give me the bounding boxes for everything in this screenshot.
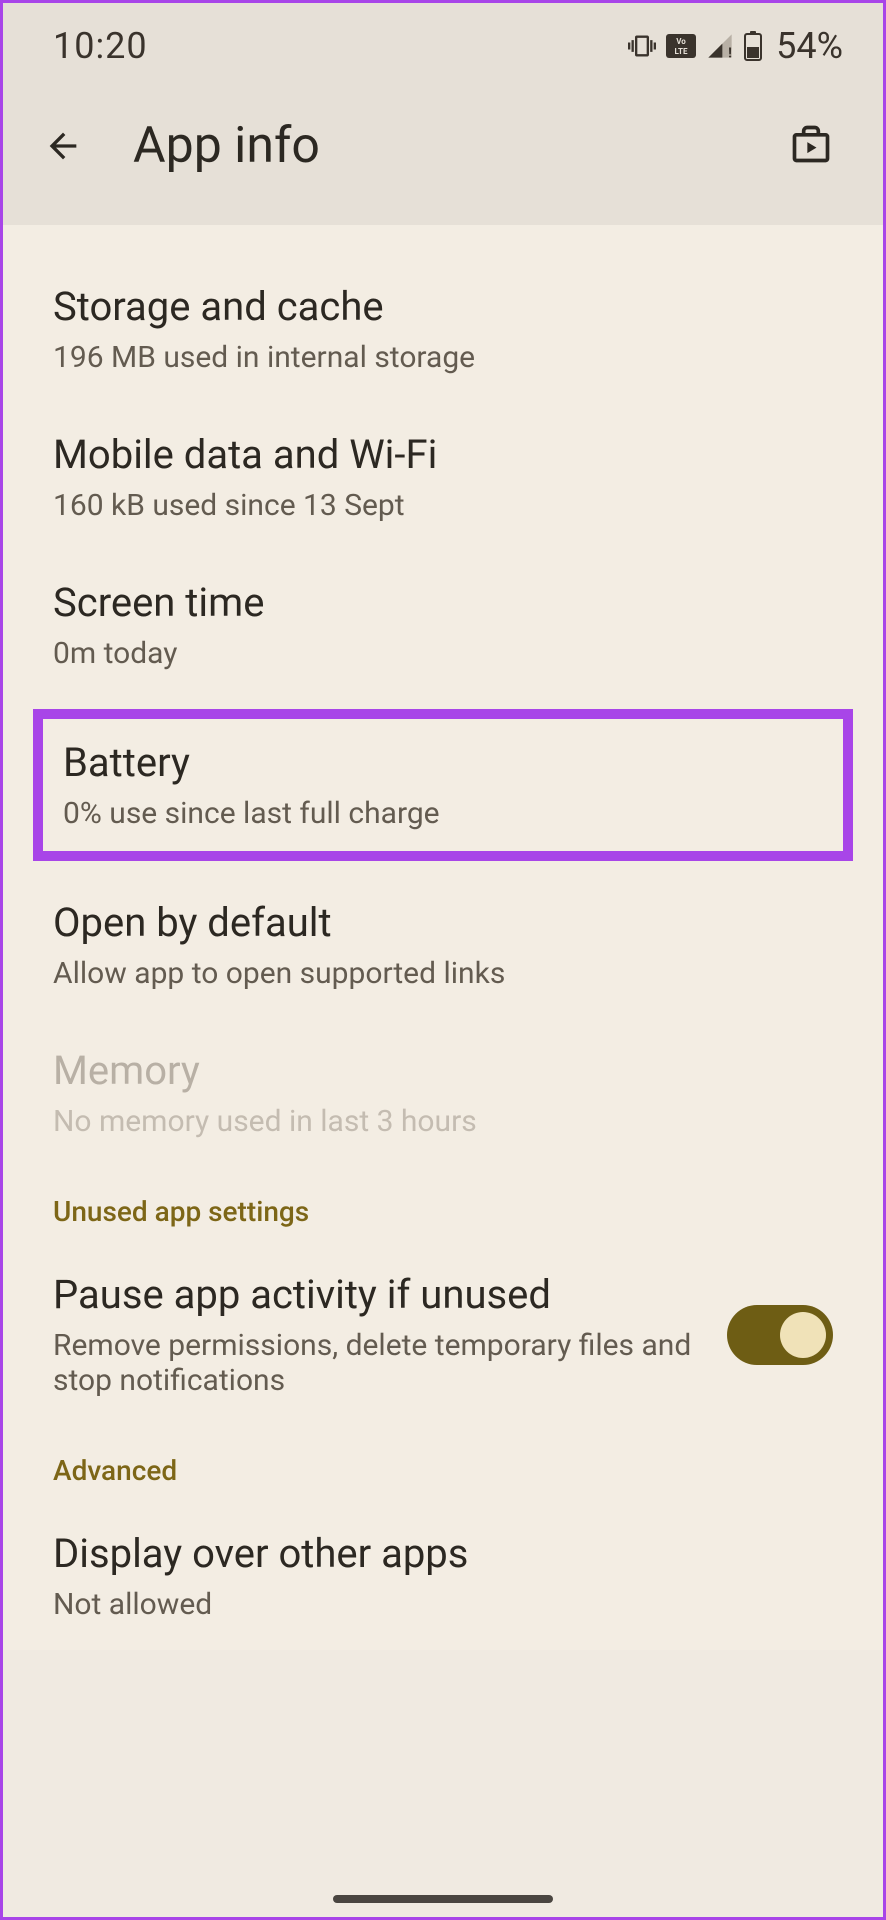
status-icons: Vo LTE ! 54% (628, 25, 843, 67)
battery-percentage: 54% (776, 25, 843, 67)
setting-subtitle: Allow app to open supported links (53, 956, 833, 991)
status-bar: 10:20 Vo LTE ! (3, 3, 883, 87)
setting-subtitle: 0% use since last full charge (63, 796, 823, 831)
setting-subtitle: 196 MB used in internal storage (53, 340, 833, 375)
svg-text:Vo: Vo (676, 37, 686, 46)
setting-storage[interactable]: Storage and cache 196 MB used in interna… (3, 255, 883, 403)
svg-text:LTE: LTE (675, 47, 688, 56)
setting-subtitle: Remove permissions, delete temporary fil… (53, 1328, 697, 1398)
setting-title: Pause app activity if unused (53, 1271, 697, 1318)
setting-mobile-data[interactable]: Mobile data and Wi-Fi 160 kB used since … (3, 403, 883, 551)
setting-subtitle: No memory used in last 3 hours (53, 1104, 833, 1139)
setting-subtitle: Not allowed (53, 1587, 833, 1622)
svg-text:!: ! (728, 46, 732, 60)
navigation-pill[interactable] (333, 1895, 553, 1903)
vibrate-icon (628, 32, 656, 60)
setting-subtitle: 160 kB used since 13 Sept (53, 488, 833, 523)
setting-screen-time[interactable]: Screen time 0m today (3, 551, 883, 699)
setting-memory: Memory No memory used in last 3 hours (3, 1019, 883, 1167)
setting-title: Open by default (53, 899, 833, 946)
setting-title: Mobile data and Wi-Fi (53, 431, 833, 478)
setting-battery[interactable]: Battery 0% use since last full charge (33, 709, 853, 861)
pause-activity-toggle[interactable] (727, 1305, 833, 1365)
toggle-thumb (780, 1312, 826, 1358)
store-icon[interactable] (789, 122, 833, 170)
battery-icon (744, 31, 762, 61)
setting-pause-activity[interactable]: Pause app activity if unused Remove perm… (3, 1243, 883, 1426)
section-unused-apps: Unused app settings (3, 1167, 883, 1243)
page-title: App info (133, 117, 739, 175)
section-advanced: Advanced (3, 1426, 883, 1502)
back-button[interactable] (43, 126, 83, 166)
volte-icon: Vo LTE (666, 34, 696, 58)
setting-title: Display over other apps (53, 1530, 833, 1577)
content: Storage and cache 196 MB used in interna… (3, 225, 883, 1650)
header: App info (3, 87, 883, 225)
setting-display-over-apps[interactable]: Display over other apps Not allowed (3, 1502, 883, 1650)
signal-icon: ! (706, 32, 734, 60)
setting-title: Screen time (53, 579, 833, 626)
setting-open-by-default[interactable]: Open by default Allow app to open suppor… (3, 871, 883, 1019)
setting-subtitle: 0m today (53, 636, 833, 671)
status-time: 10:20 (53, 25, 148, 67)
setting-title: Battery (63, 739, 823, 786)
setting-title: Storage and cache (53, 283, 833, 330)
setting-title: Memory (53, 1047, 833, 1094)
